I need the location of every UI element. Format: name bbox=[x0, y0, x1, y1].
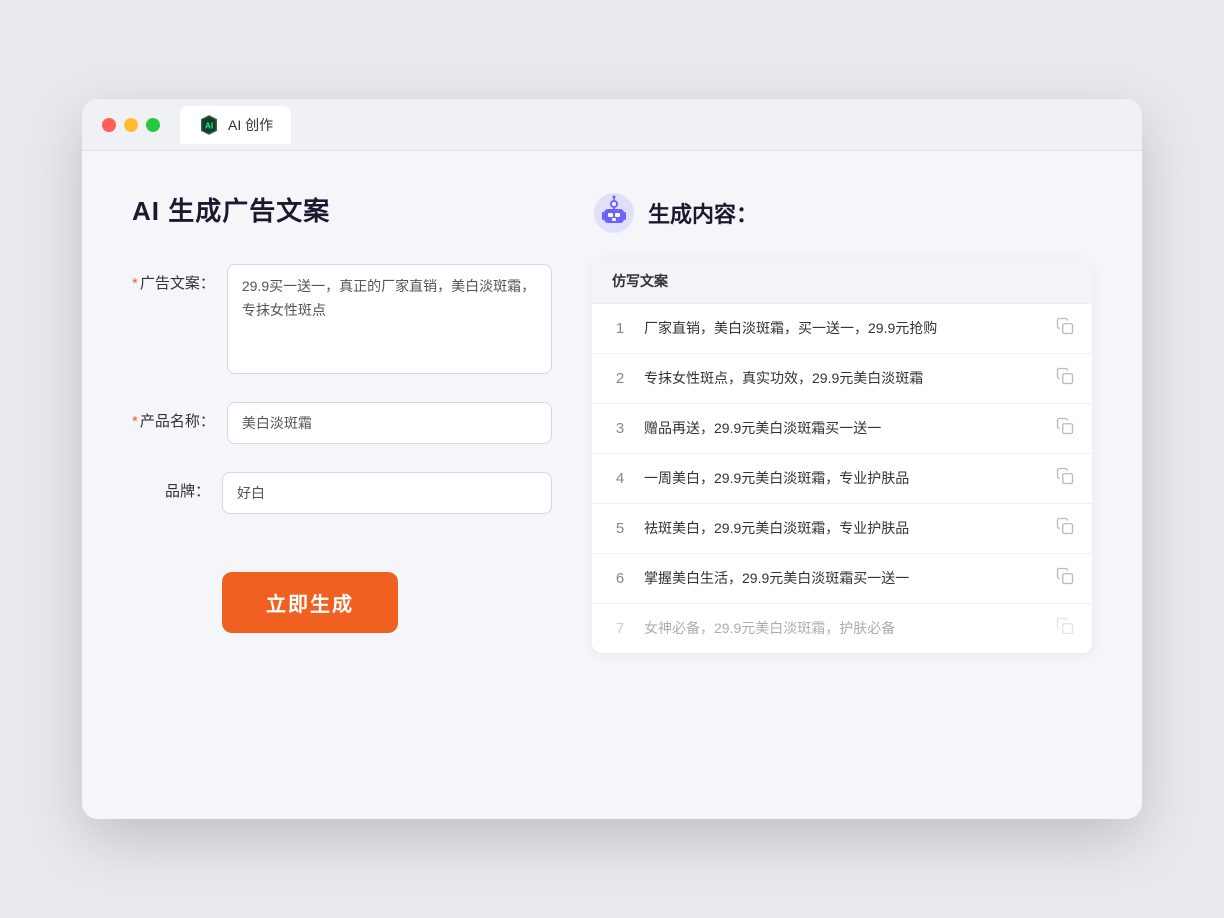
row-number: 2 bbox=[610, 370, 630, 387]
product-label: *产品名称： bbox=[132, 402, 227, 431]
close-button[interactable] bbox=[102, 118, 116, 132]
result-table: 仿写文案 1 厂家直销，美白淡斑霜，买一送一，29.9元抢购 2 专抹女性斑点，真实功… bbox=[592, 259, 1092, 653]
generate-button[interactable]: 立即生成 bbox=[222, 572, 398, 633]
row-number: 5 bbox=[610, 520, 630, 537]
table-row: 1 厂家直销，美白淡斑霜，买一送一，29.9元抢购 bbox=[592, 304, 1092, 354]
copy-icon[interactable] bbox=[1056, 467, 1074, 490]
product-group: *产品名称： bbox=[132, 402, 552, 444]
result-title: 生成内容： bbox=[648, 197, 758, 229]
product-input[interactable] bbox=[227, 402, 552, 444]
row-number: 1 bbox=[610, 320, 630, 337]
copy-icon[interactable] bbox=[1056, 317, 1074, 340]
row-text: 掌握美白生活，29.9元美白淡斑霜买一送一 bbox=[644, 568, 1042, 589]
minimize-button[interactable] bbox=[124, 118, 138, 132]
maximize-button[interactable] bbox=[146, 118, 160, 132]
table-header: 仿写文案 bbox=[592, 259, 1092, 304]
row-number: 6 bbox=[610, 570, 630, 587]
result-header: 生成内容： bbox=[592, 191, 1092, 235]
browser-tab[interactable]: AI AI 创作 bbox=[180, 106, 291, 144]
table-row: 3 赠品再送，29.9元美白淡斑霜买一送一 bbox=[592, 404, 1092, 454]
copy-icon[interactable] bbox=[1056, 517, 1074, 540]
copy-icon[interactable] bbox=[1056, 417, 1074, 440]
page-title: AI 生成广告文案 bbox=[132, 191, 552, 228]
copy-icon[interactable] bbox=[1056, 367, 1074, 390]
ad-copy-group: *广告文案： bbox=[132, 264, 552, 374]
left-panel: AI 生成广告文案 *广告文案： *产品名称： 品牌： 立 bbox=[132, 191, 552, 653]
table-row: 7 女神必备，29.9元美白淡斑霜，护肤必备 bbox=[592, 604, 1092, 653]
tab-title: AI 创作 bbox=[228, 115, 273, 135]
row-text: 祛斑美白，29.9元美白淡斑霜，专业护肤品 bbox=[644, 518, 1042, 539]
titlebar: AI AI 创作 bbox=[82, 99, 1142, 151]
ad-copy-required: * bbox=[132, 275, 138, 292]
brand-label: 品牌： bbox=[132, 472, 222, 501]
right-panel: 生成内容： 仿写文案 1 厂家直销，美白淡斑霜，买一送一，29.9元抢购 2 专抹女性… bbox=[592, 191, 1092, 653]
result-rows-container: 1 厂家直销，美白淡斑霜，买一送一，29.9元抢购 2 专抹女性斑点，真实功效，29.… bbox=[592, 304, 1092, 653]
row-text: 赠品再送，29.9元美白淡斑霜买一送一 bbox=[644, 418, 1042, 439]
copy-icon[interactable] bbox=[1056, 567, 1074, 590]
table-row: 2 专抹女性斑点，真实功效，29.9元美白淡斑霜 bbox=[592, 354, 1092, 404]
row-number: 7 bbox=[610, 620, 630, 637]
main-content: AI 生成广告文案 *广告文案： *产品名称： 品牌： 立 bbox=[82, 151, 1142, 693]
table-row: 5 祛斑美白，29.9元美白淡斑霜，专业护肤品 bbox=[592, 504, 1092, 554]
ad-copy-label: *广告文案： bbox=[132, 264, 227, 293]
row-text: 一周美白，29.9元美白淡斑霜，专业护肤品 bbox=[644, 468, 1042, 489]
row-text: 专抹女性斑点，真实功效，29.9元美白淡斑霜 bbox=[644, 368, 1042, 389]
row-text: 女神必备，29.9元美白淡斑霜，护肤必备 bbox=[644, 618, 1042, 639]
row-text: 厂家直销，美白淡斑霜，买一送一，29.9元抢购 bbox=[644, 318, 1042, 339]
ai-tab-icon: AI bbox=[198, 114, 220, 136]
brand-input[interactable] bbox=[222, 472, 552, 514]
copy-icon[interactable] bbox=[1056, 617, 1074, 640]
brand-group: 品牌： bbox=[132, 472, 552, 514]
ad-copy-textarea[interactable] bbox=[227, 264, 552, 374]
robot-icon bbox=[592, 191, 636, 235]
row-number: 3 bbox=[610, 420, 630, 437]
browser-window: AI AI 创作 AI 生成广告文案 *广告文案： *产品名称： bbox=[82, 99, 1142, 819]
product-required: * bbox=[132, 413, 138, 430]
row-number: 4 bbox=[610, 470, 630, 487]
svg-text:AI: AI bbox=[205, 121, 213, 130]
table-row: 4 一周美白，29.9元美白淡斑霜，专业护肤品 bbox=[592, 454, 1092, 504]
traffic-lights bbox=[102, 118, 160, 132]
table-row: 6 掌握美白生活，29.9元美白淡斑霜买一送一 bbox=[592, 554, 1092, 604]
